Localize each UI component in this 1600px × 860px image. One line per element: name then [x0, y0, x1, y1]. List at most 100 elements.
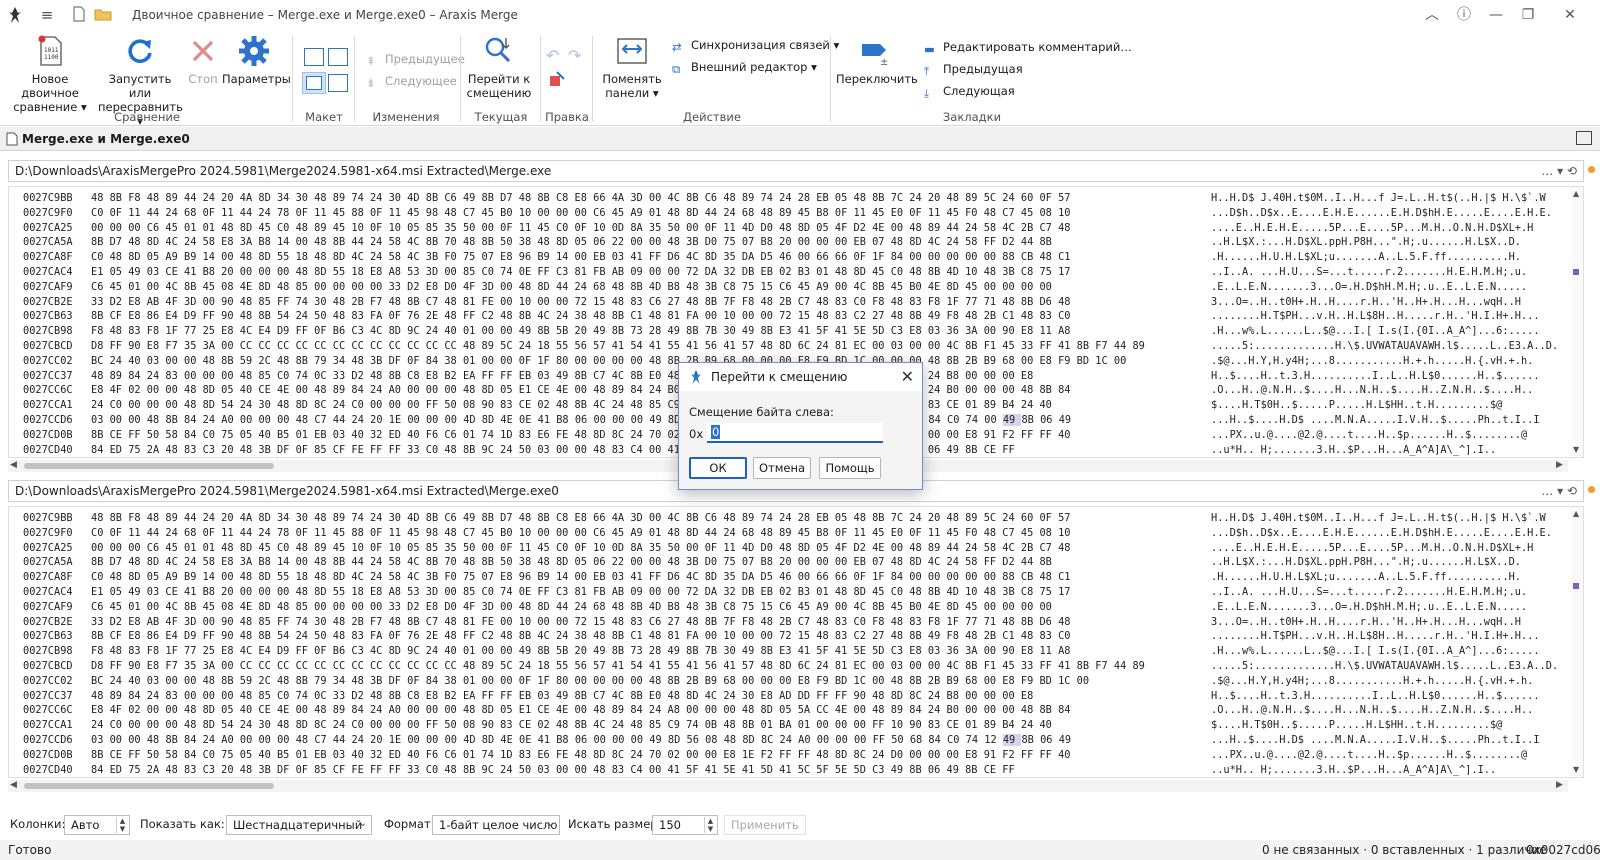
diff-marker-icon	[1573, 583, 1579, 589]
format-select[interactable]: 1-байт целое число ⌄	[432, 815, 560, 835]
new-document-icon[interactable]	[70, 6, 88, 24]
new-binary-compare-label: Новое двоичное сравнение ▾	[13, 72, 87, 114]
parameters-button[interactable]: Параметры	[222, 34, 291, 86]
document-tab[interactable]: Merge.exe и Merge.exe0	[0, 127, 1600, 151]
scroll-left-icon[interactable]: ◀	[10, 460, 17, 470]
search-size-spinner-icon[interactable]: ▲ ▼	[704, 817, 716, 833]
hex-row[interactable]: 0027CAF9 C6 45 01 00 4C 8B 45 08 4E 8D 48…	[23, 280, 1527, 295]
restore-button[interactable]: ❐	[1514, 4, 1542, 26]
right-horizontal-thumb[interactable]	[24, 783, 274, 789]
hex-row[interactable]: 0027CB2E 33 D2 E8 AB 4F 3D 00 90 48 85 FF…	[23, 615, 1521, 630]
hex-row-offset: 0027CC37	[23, 689, 73, 702]
columns-field[interactable]: Авто ▲ ▼	[64, 815, 130, 835]
switch-bookmark-button[interactable]: ± Переключить	[836, 34, 918, 86]
hex-row[interactable]: 0027CC6C E8 4F 02 00 00 48 8D 05 40 CE 4E…	[23, 703, 1533, 718]
scroll-right-icon[interactable]: ▶	[1556, 780, 1563, 790]
hex-row[interactable]: 0027C9BB 48 8B F8 48 89 44 24 20 4A 8D 34…	[23, 191, 1546, 206]
dialog-ok-button[interactable]: ОК	[689, 457, 747, 479]
external-editor-button[interactable]: ⧉ Внешний редактор ▾	[672, 58, 817, 76]
redo-icon[interactable]: ↷	[568, 46, 581, 65]
hex-row[interactable]: 0027CB63 8B CF E8 86 E4 D9 FF 90 48 8B 54…	[23, 309, 1540, 324]
scroll-down-icon[interactable]: ▼	[1573, 445, 1579, 454]
hex-row[interactable]: 0027CA5A 8B D7 48 8D 4C 24 58 E8 3A B8 14…	[23, 555, 1521, 570]
scroll-right-icon[interactable]: ▶	[1556, 460, 1563, 470]
scroll-up-icon[interactable]: ▲	[1573, 189, 1579, 198]
layout-stacked-selected[interactable]	[302, 72, 326, 94]
left-file-path-bar[interactable]: D:\Downloads\AraxisMergePro 2024.5981\Me…	[8, 160, 1584, 182]
menu-icon[interactable]: ≡	[38, 6, 56, 24]
hex-row[interactable]: 0027CD0B 8B CE FF 50 58 84 C0 75 05 40 B5…	[23, 748, 1527, 763]
hex-row[interactable]: 0027CC02 BC 24 40 03 00 00 48 8B 59 2C 48…	[23, 674, 1533, 689]
hex-row-offset: 0027CB63	[23, 310, 73, 323]
hex-row[interactable]: 0027CB63 8B CF E8 86 E4 D9 FF 90 48 8B 54…	[23, 629, 1540, 644]
prev-bookmark-button[interactable]: ⤒ Предыдущая	[924, 60, 1023, 78]
hex-row[interactable]: 0027CA8F C0 48 8D 05 A9 B9 14 00 48 8D 55…	[23, 250, 1521, 265]
next-bookmark-button[interactable]: ⤓ Следующая	[924, 82, 1015, 100]
right-hex-pane[interactable]: 0027C9BB 48 8B F8 48 89 44 24 20 4A 8D 34…	[8, 506, 1584, 778]
scroll-up-icon[interactable]: ▲	[1573, 509, 1579, 518]
right-vertical-scrollbar[interactable]: ▲ ▼	[1571, 507, 1583, 777]
swap-panels-button[interactable]: Поменять панели ▾	[598, 34, 666, 100]
ribbon-collapse-icon[interactable]: ︿	[1418, 4, 1446, 26]
scroll-down-icon[interactable]: ▼	[1573, 765, 1579, 774]
hex-row[interactable]: 0027CB98 F8 48 83 F8 1F 77 25 E8 4C E4 D9…	[23, 324, 1540, 339]
next-change-button[interactable]: ⇟ Следующее	[366, 72, 457, 90]
left-vertical-scrollbar[interactable]: ▲ ▼	[1571, 187, 1583, 457]
hex-row[interactable]: 0027CD40 84 ED 75 2A 48 83 C3 20 48 3B DF…	[23, 763, 1497, 777]
close-button[interactable]: ✕	[1556, 4, 1584, 26]
dialog-help-button[interactable]: Помощь	[819, 457, 881, 479]
hex-row-bytes: 03 00 00 48 8B 84 24 A0 00 00 00 48 C7 4…	[91, 414, 1072, 426]
panel-layout-icon[interactable]	[1576, 131, 1592, 145]
hex-row[interactable]: 0027C9BB 48 8B F8 48 89 44 24 20 4A 8D 34…	[23, 511, 1546, 526]
hex-row[interactable]: 0027CAC4 E1 05 49 03 CE 41 B8 20 00 00 00…	[23, 265, 1527, 280]
left-path-controls[interactable]: … ▾ ⟲	[1541, 164, 1577, 178]
hex-row[interactable]: 0027CAF9 C6 45 01 00 4C 8B 45 08 4E 8D 48…	[23, 600, 1527, 615]
right-status-dot	[1588, 486, 1595, 493]
dialog-cancel-button[interactable]: Отмена	[753, 457, 811, 479]
hex-row[interactable]: 0027CAC4 E1 05 49 03 CE 41 B8 20 00 00 00…	[23, 585, 1527, 600]
hex-row[interactable]: 0027CA25 00 00 00 C6 45 01 01 48 8D 45 C0…	[23, 541, 1533, 556]
hex-row[interactable]: 0027CA5A 8B D7 48 8D 4C 24 58 E8 3A B8 14…	[23, 235, 1521, 250]
new-binary-compare-button[interactable]: 1011 1100 Новое двоичное сравнение ▾	[4, 34, 96, 114]
dialog-offset-input[interactable]: 0	[707, 423, 883, 443]
undo-icon[interactable]: ↶	[546, 46, 559, 65]
hex-row-ascii: $....H.T$0H..$.....P.....H.L$HH..t.H....…	[1211, 719, 1503, 732]
prev-change-button[interactable]: ⇞ Предыдущее	[366, 50, 465, 68]
hex-row[interactable]: 0027CB2E 33 D2 E8 AB 4F 3D 00 90 48 85 FF…	[23, 295, 1521, 310]
hex-row-offset: 0027CA8F	[23, 571, 73, 584]
dialog-close-icon[interactable]: ✕	[901, 367, 914, 386]
left-horizontal-thumb[interactable]	[24, 463, 274, 469]
hex-row[interactable]: 0027CB98 F8 48 83 F8 1F 77 25 E8 4C E4 D9…	[23, 644, 1540, 659]
goto-offset-button[interactable]: Перейти к смещению	[462, 34, 536, 100]
group-layout: Макет	[305, 110, 343, 124]
hex-row[interactable]: 0027CC37 48 89 84 24 83 00 00 00 48 85 C0…	[23, 689, 1540, 704]
layout-side-icon[interactable]	[328, 74, 348, 92]
scroll-left-icon[interactable]: ◀	[10, 780, 17, 790]
apply-button[interactable]: Применить	[724, 815, 806, 835]
hex-row-ascii: ..u*H.. H;.......3.H..$P...H...A_A^A]A\_…	[1211, 763, 1497, 776]
layout-vertical-icon[interactable]	[328, 48, 348, 66]
search-size-field[interactable]: 150 ▲ ▼	[652, 815, 718, 835]
hex-row[interactable]: 0027C9F0 C0 0F 11 44 24 68 0F 11 44 24 78…	[23, 526, 1552, 541]
hex-row[interactable]: 0027CCD6 03 00 00 48 8B 84 24 A0 00 00 00…	[23, 733, 1540, 748]
clear-edits-icon[interactable]	[548, 70, 566, 91]
right-path-controls[interactable]: … ▾ ⟲	[1541, 484, 1577, 498]
hex-row[interactable]: 0027C9F0 C0 0F 11 44 24 68 0F 11 44 24 78…	[23, 206, 1552, 221]
sync-links-button[interactable]: ⇄ Синхронизация связей ▾	[672, 36, 839, 54]
help-icon[interactable]: ⓘ	[1450, 4, 1478, 26]
hex-row[interactable]: 0027CBCD D8 FF 90 E8 F7 35 3A 00 CC CC CC…	[23, 659, 1558, 674]
hex-row[interactable]: 0027CBCD D8 FF 90 E8 F7 35 3A 00 CC CC CC…	[23, 339, 1558, 354]
hex-row[interactable]: 0027CA8F C0 48 8D 05 A9 B9 14 00 48 8D 55…	[23, 570, 1521, 585]
hex-row-bytes: 48 89 84 24 83 00 00 00 48 85 C0 74 0C 3…	[91, 369, 1034, 382]
hex-row[interactable]: 0027CA25 00 00 00 C6 45 01 01 48 8D 45 C0…	[23, 221, 1533, 236]
show-as-select[interactable]: Шестнадцатеричный ⌄	[226, 815, 372, 835]
edit-comment-button[interactable]: ▬ Редактировать комментарий…	[924, 38, 1132, 56]
open-folder-icon[interactable]	[94, 6, 112, 24]
hex-row-offset: 0027C9BB	[23, 512, 73, 524]
hex-row[interactable]: 0027CCA1 24 C0 00 00 00 48 8D 54 24 30 48…	[23, 718, 1502, 733]
layout-horizontal-icon[interactable]	[304, 48, 324, 66]
columns-spinner-icon[interactable]: ▲ ▼	[116, 817, 128, 833]
right-horizontal-scrollbar[interactable]: ◀ ▶	[8, 780, 1568, 792]
stop-button[interactable]: Стоп	[184, 34, 222, 86]
minimize-button[interactable]: —	[1482, 4, 1510, 26]
